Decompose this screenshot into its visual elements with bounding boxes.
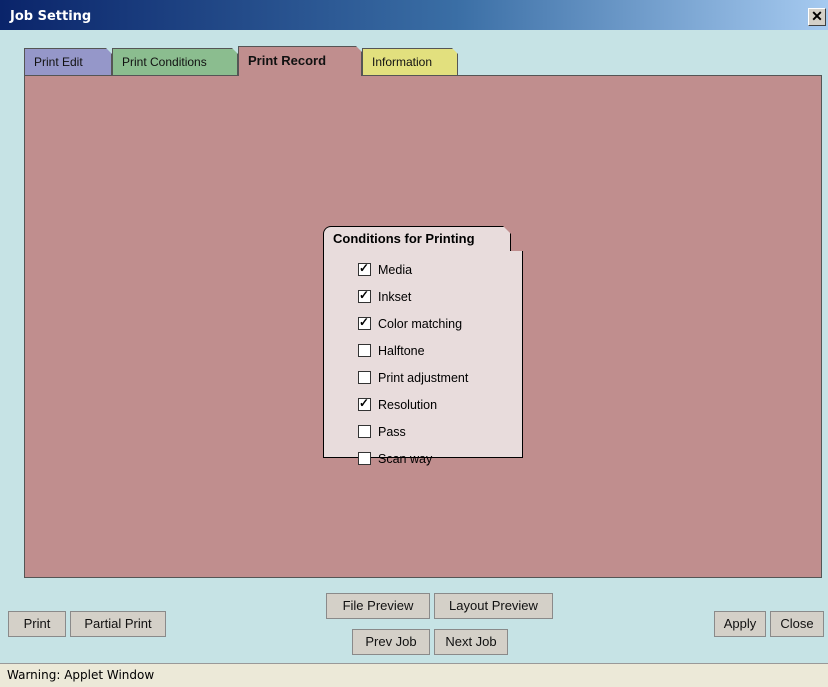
checkbox-inkset[interactable]: ✓ Inkset bbox=[358, 288, 411, 306]
checkbox-box[interactable] bbox=[358, 425, 371, 438]
apply-button[interactable]: Apply bbox=[714, 611, 766, 637]
tab-information[interactable]: Information bbox=[362, 48, 458, 76]
checkbox-box[interactable]: ✓ bbox=[358, 288, 371, 303]
tab-label: Print Conditions bbox=[122, 55, 207, 69]
tab-print-conditions[interactable]: Print Conditions bbox=[112, 48, 238, 76]
group-title-text: Conditions for Printing bbox=[333, 231, 475, 246]
checkbox-print-adjustment[interactable]: Print adjustment bbox=[358, 369, 468, 387]
checkbox-box[interactable] bbox=[358, 452, 371, 465]
checkbox-color-matching[interactable]: ✓ Color matching bbox=[358, 315, 462, 333]
conditions-group-title: Conditions for Printing bbox=[323, 226, 511, 252]
tab-print-edit[interactable]: Print Edit bbox=[24, 48, 112, 76]
tab-label: Print Edit bbox=[34, 55, 83, 69]
close-icon: ✕ bbox=[811, 8, 823, 24]
checkbox-scan-way[interactable]: Scan way bbox=[358, 450, 432, 468]
checkmark-icon: ✓ bbox=[359, 315, 370, 329]
window-title: Job Setting bbox=[10, 9, 92, 24]
prev-job-button[interactable]: Prev Job bbox=[352, 629, 430, 655]
checkbox-box[interactable]: ✓ bbox=[358, 261, 371, 276]
partial-print-button[interactable]: Partial Print bbox=[70, 611, 166, 637]
next-job-button[interactable]: Next Job bbox=[434, 629, 508, 655]
close-button[interactable]: Close bbox=[770, 611, 824, 637]
tab-print-record[interactable]: Print Record bbox=[238, 46, 362, 76]
window-close-button[interactable]: ✕ bbox=[808, 8, 826, 26]
checkbox-label: Resolution bbox=[378, 398, 438, 412]
tab-label: Print Record bbox=[248, 53, 327, 68]
checkbox-box[interactable] bbox=[358, 344, 371, 357]
checkbox-resolution[interactable]: ✓ Resolution bbox=[358, 396, 437, 414]
layout-preview-button[interactable]: Layout Preview bbox=[434, 593, 553, 619]
job-setting-window: Job Setting ✕ Print Edit Print Condition… bbox=[0, 0, 828, 687]
checkbox-label: Scan way bbox=[378, 452, 433, 466]
tab-label: Information bbox=[372, 55, 433, 69]
conditions-box: ✓ Media ✓ Inkset ✓ Color matching Halftone … bbox=[323, 251, 523, 466]
checkbox-box[interactable]: ✓ bbox=[358, 315, 371, 330]
checkbox-media[interactable]: ✓ Media bbox=[358, 261, 412, 279]
checkmark-icon: ✓ bbox=[359, 261, 370, 275]
checkbox-pass[interactable]: Pass bbox=[358, 423, 406, 441]
title-bar[interactable]: Job Setting ✕ bbox=[0, 0, 828, 30]
status-bar: Warning: Applet Window bbox=[0, 663, 828, 687]
print-record-panel: Conditions for Printing ✓ Media ✓ Inkset ✓… bbox=[24, 75, 822, 578]
checkbox-box[interactable] bbox=[358, 371, 371, 384]
checkbox-label: Print adjustment bbox=[378, 371, 469, 385]
checkbox-label: Pass bbox=[378, 425, 406, 439]
checkbox-label: Color matching bbox=[378, 317, 463, 331]
checkbox-halftone[interactable]: Halftone bbox=[358, 342, 425, 360]
print-button[interactable]: Print bbox=[8, 611, 66, 637]
checkmark-icon: ✓ bbox=[359, 288, 370, 302]
checkbox-label: Media bbox=[378, 263, 413, 277]
file-preview-button[interactable]: File Preview bbox=[326, 593, 430, 619]
checkbox-label: Halftone bbox=[378, 344, 425, 358]
checkbox-box[interactable]: ✓ bbox=[358, 396, 371, 411]
checkbox-label: Inkset bbox=[378, 290, 412, 304]
checkmark-icon: ✓ bbox=[359, 396, 370, 410]
conditions-group: Conditions for Printing ✓ Media ✓ Inkset ✓… bbox=[323, 226, 523, 466]
